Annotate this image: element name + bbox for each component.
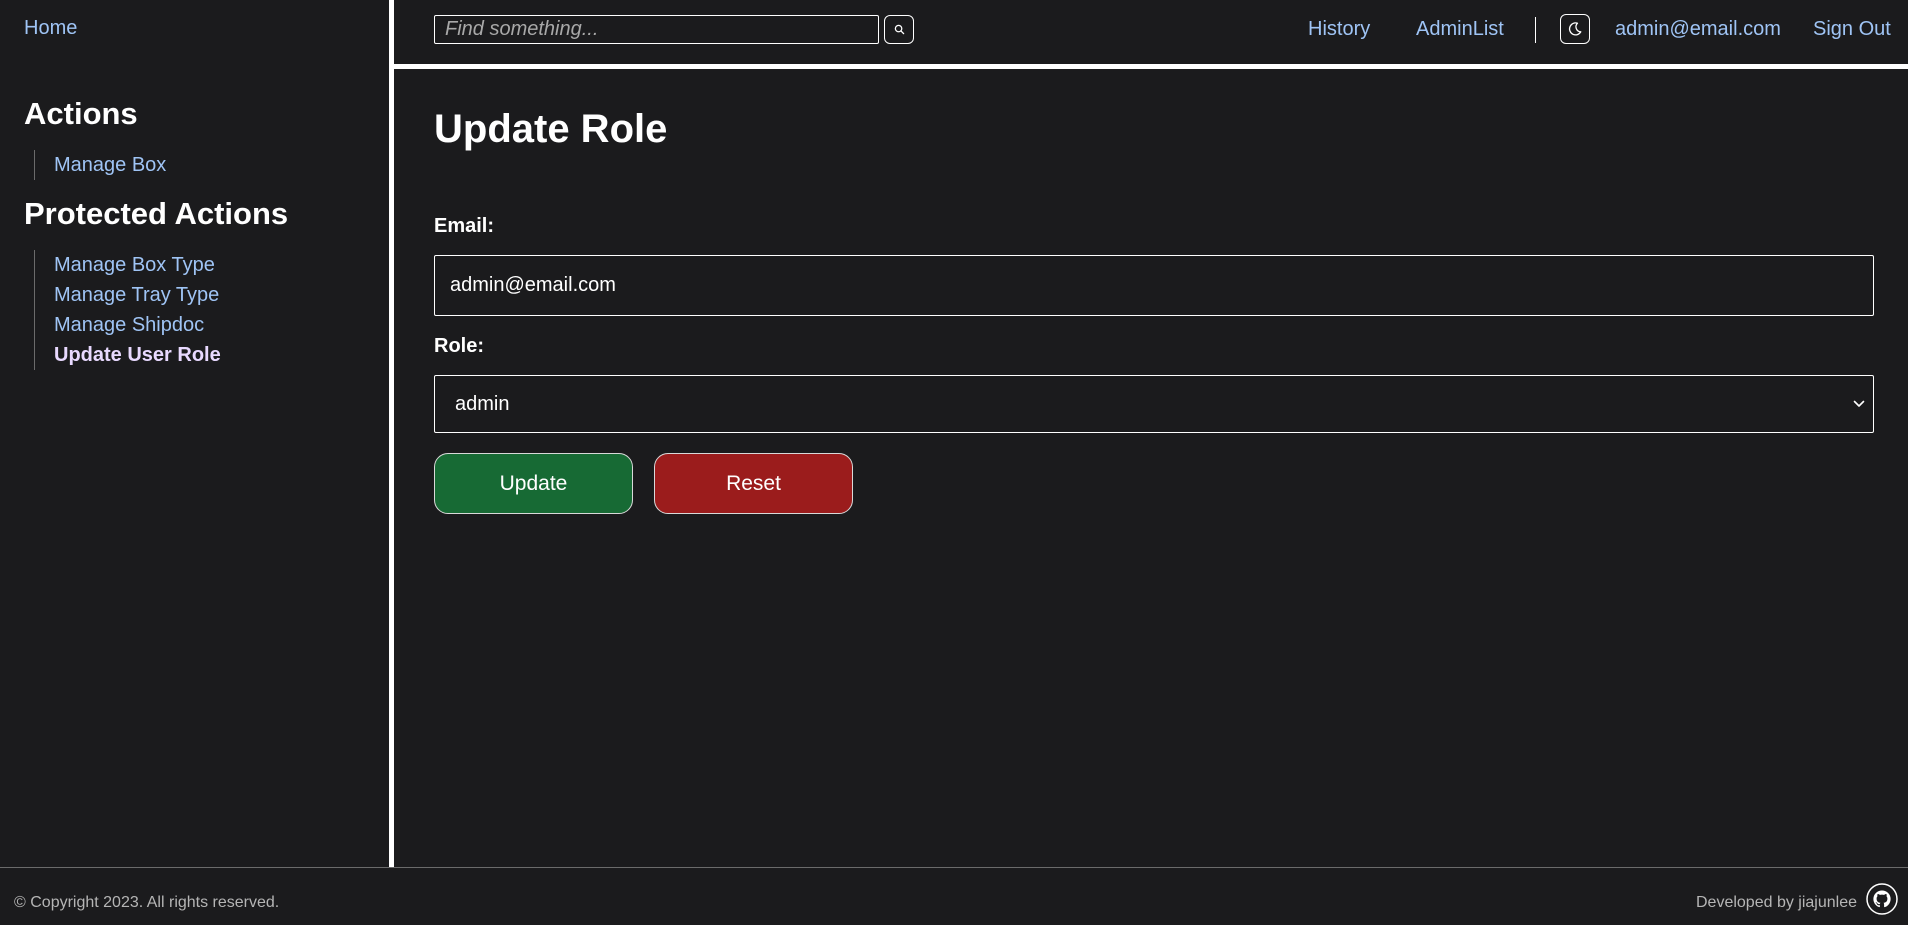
section-heading-actions: Actions bbox=[24, 96, 138, 131]
update-button[interactable]: Update bbox=[434, 453, 633, 514]
sidebar-item-manage-box[interactable]: Manage Box bbox=[54, 150, 166, 180]
top-bar: History AdminList admin@email.com Sign O… bbox=[394, 0, 1908, 64]
copyright-text: © Copyright 2023. All rights reserved. bbox=[14, 894, 280, 911]
sidebar-item-manage-shipdoc[interactable]: Manage Shipdoc bbox=[54, 310, 221, 340]
section-heading-protected-actions: Protected Actions bbox=[24, 196, 289, 231]
nav-group-protected-actions: Manage Box Type Manage Tray Type Manage … bbox=[34, 250, 221, 370]
topbar-separator bbox=[1535, 17, 1536, 43]
main-content: Update Role Email: Role: admin Update Re… bbox=[394, 69, 1908, 867]
sign-out-link[interactable]: Sign Out bbox=[1813, 18, 1891, 41]
developer-credit: Developed by jiajunlee bbox=[1696, 894, 1857, 911]
search-input[interactable] bbox=[434, 15, 879, 44]
footer: © Copyright 2023. All rights reserved. D… bbox=[0, 867, 1908, 925]
page-title: Update Role bbox=[434, 107, 668, 151]
role-select[interactable]: admin bbox=[434, 375, 1874, 433]
home-link[interactable]: Home bbox=[24, 17, 77, 40]
search-button[interactable] bbox=[884, 15, 914, 44]
email-label: Email: bbox=[434, 215, 495, 237]
sidebar: Home Actions Manage Box Protected Action… bbox=[0, 0, 389, 867]
nav-group-actions: Manage Box bbox=[34, 150, 166, 180]
theme-toggle-button[interactable] bbox=[1560, 14, 1590, 44]
adminlist-link[interactable]: AdminList bbox=[1416, 18, 1504, 41]
email-field[interactable] bbox=[434, 255, 1874, 316]
search-icon bbox=[894, 24, 904, 35]
reset-button[interactable]: Reset bbox=[654, 453, 853, 514]
sidebar-item-manage-box-type[interactable]: Manage Box Type bbox=[54, 250, 221, 280]
sidebar-item-manage-tray-type[interactable]: Manage Tray Type bbox=[54, 280, 221, 310]
app-root: Home Actions Manage Box Protected Action… bbox=[0, 0, 1908, 925]
role-select-value: admin bbox=[455, 392, 510, 415]
user-email-link[interactable]: admin@email.com bbox=[1615, 18, 1781, 41]
sidebar-item-update-user-role[interactable]: Update User Role bbox=[54, 340, 221, 370]
history-link[interactable]: History bbox=[1308, 18, 1370, 41]
moon-icon bbox=[1568, 22, 1582, 36]
role-label: Role: bbox=[434, 335, 484, 357]
chevron-down-icon bbox=[1853, 400, 1865, 407]
github-icon[interactable] bbox=[1866, 883, 1898, 915]
